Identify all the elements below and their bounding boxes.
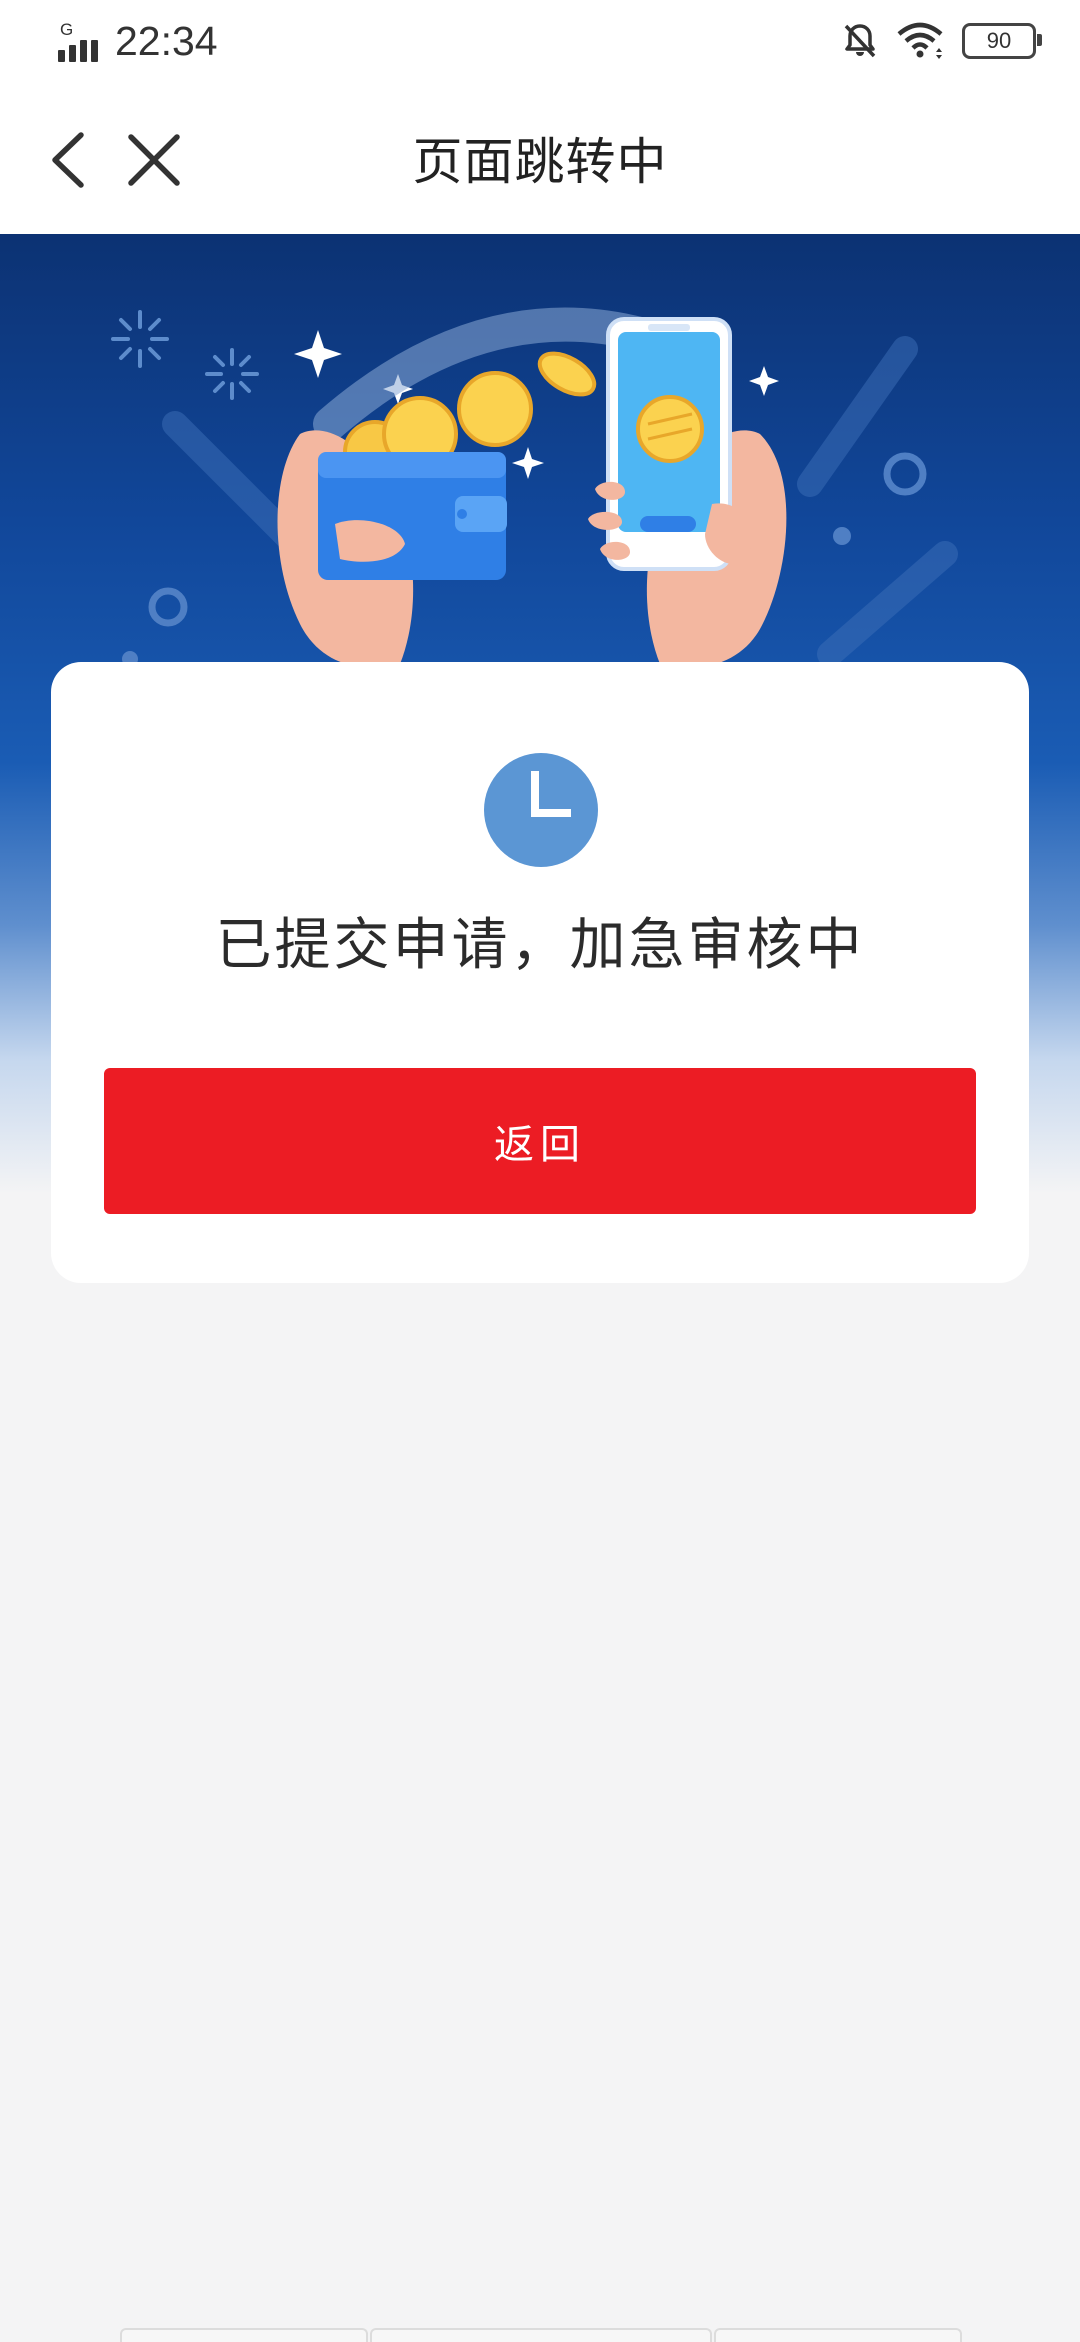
result-card: 已提交申请，加急审核中 返回	[51, 662, 1029, 1283]
status-message: 已提交申请，加急审核中	[215, 913, 865, 978]
wifi-icon	[897, 22, 943, 59]
status-right: 90	[842, 18, 1042, 64]
signal-icon: G	[58, 20, 108, 62]
battery-level: 90	[986, 28, 1012, 53]
bottom-tabs-edge	[0, 2328, 1080, 2342]
clock-icon	[484, 753, 598, 867]
nav-bar: 页面跳转中	[0, 86, 1080, 234]
mute-bell-icon	[844, 24, 876, 58]
return-button[interactable]: 返回	[104, 1068, 976, 1214]
network-type: G	[60, 20, 74, 39]
status-bar: G 22:34 90	[0, 0, 1080, 86]
status-time: 22:34	[115, 18, 218, 64]
page-title: 页面跳转中	[412, 133, 668, 191]
return-button-label: 返回	[494, 1123, 586, 1167]
battery-icon: 90	[962, 23, 1042, 59]
